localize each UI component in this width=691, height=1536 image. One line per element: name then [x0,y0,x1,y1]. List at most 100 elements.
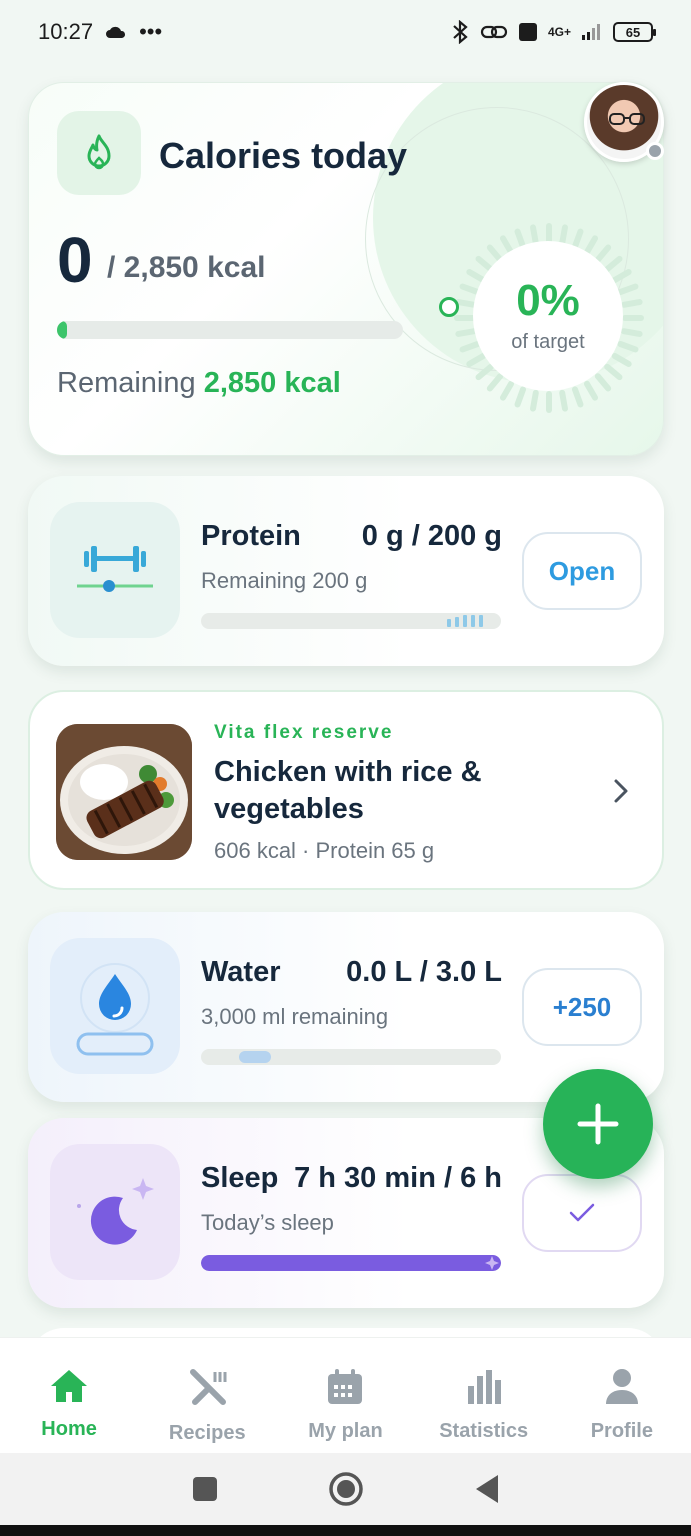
statistics-icon [467,1370,501,1404]
gauge-tick [459,283,481,296]
gauge-tick [617,283,639,296]
recipe-brand: Vita flex reserve [214,722,394,743]
water-drop-icon [76,963,154,1056]
sleep-progress-bar [201,1255,501,1271]
nav-label-recipes: Recipes [168,1422,246,1444]
recipe-photo-icon [56,724,192,860]
water-value: 0.0 L / 3.0 L [346,956,502,988]
gauge-tick [620,299,643,308]
remaining-value: 2,850 kcal [203,367,341,399]
nav-label-profile: Profile [590,1420,653,1442]
recipe-meta: 606 kcal · Protein 65 g [214,838,435,863]
protein-card[interactable]: Protein 0 g / 200 g Remaining 200 g Open [28,476,664,666]
nav-item-my-plan[interactable]: My plan [280,1368,410,1443]
recipes-icon [190,1369,227,1405]
calories-target: / 2,850 kcal [107,251,266,284]
protein-open-button[interactable]: Open [522,532,642,610]
water-bar-marker [239,1051,271,1063]
gauge-tick [475,363,494,381]
water-title: Water [201,956,281,988]
battery-level: 65 [625,24,641,40]
gauge-tick [455,328,478,337]
gauge-tick [486,373,504,392]
gauge-tick [466,269,487,283]
volte-icon [518,23,537,41]
nav-label-my-plan: My plan [308,1420,383,1442]
back-icon[interactable] [474,1474,500,1504]
gauge-tick [584,235,598,256]
calendar-icon [328,1369,363,1404]
sleep-title: Sleep [201,1162,279,1194]
calories-percent-label: of target [511,330,585,353]
flame-icon-tile [57,111,141,195]
dumbbell-icon [77,546,153,592]
gauge-tick [604,255,623,273]
link-icon [480,25,508,39]
nav-label-home: Home [41,1418,97,1440]
bluetooth-icon [453,20,468,44]
gauge-tick [459,340,481,353]
home-circle-icon[interactable] [328,1471,364,1507]
protein-title: Protein [201,520,301,552]
gauge-tick [455,299,478,308]
nav-item-home[interactable]: Home [4,1368,134,1441]
remaining-label: Remaining [57,367,196,399]
calories-progress-bar [57,321,403,339]
status-bar: 10:27 ••• 4G+ 65 [0,0,691,64]
moon-icon-tile [50,1144,180,1280]
nav-item-statistics[interactable]: Statistics [419,1368,549,1443]
status-time: 10:27 [38,19,94,44]
gauge-tick [530,224,539,247]
water-add-button[interactable]: +250 [522,968,642,1046]
gauge-center: 0% of target [473,241,623,391]
flame-icon [87,134,111,170]
gauge-tick [617,340,639,353]
dumbbell-icon-tile [50,502,180,638]
recipe-image [56,724,192,860]
water-drop-icon-tile [50,938,180,1074]
cloud-icon [106,26,126,38]
calories-title: Calories today [159,135,408,176]
battery-icon: 65 [613,22,656,42]
add-button[interactable] [543,1069,653,1179]
water-card[interactable]: Water 0.0 L / 3.0 L 3,000 ml remaining +… [28,912,664,1102]
sleep-value: 7 h 30 min / 6 h [294,1162,502,1194]
water-progress-bar [201,1049,501,1065]
calories-percent: 0% [516,275,580,325]
moon-icon [77,1178,154,1245]
gauge-tick [571,228,584,250]
sleep-check-button[interactable] [522,1174,642,1252]
gauge-tick [594,373,612,392]
nav-label-statistics: Statistics [439,1420,529,1442]
nav-item-profile[interactable]: Profile [557,1368,687,1443]
protein-value: 0 g / 200 g [361,520,502,552]
bottom-nav: Home Recipes My plan Statistics Profile [0,1337,691,1453]
gauge-tick [559,389,568,412]
plus-icon [577,1103,619,1145]
calories-card[interactable]: Calories today 0 / 2,850 kcal Remaining … [28,82,664,456]
gauge-tick [620,328,643,337]
gauge-tick [584,380,598,401]
system-nav-bar [0,1453,691,1525]
glasses-icon [609,113,645,125]
gauge-tick [500,380,514,401]
recipe-card[interactable]: Vita flex reserve Chicken with rice & ve… [28,690,664,890]
chevron-right-icon[interactable] [606,776,636,806]
gauge-tick [611,269,632,283]
network-type: 4G+ [547,25,571,39]
protein-bar-marks [447,615,483,627]
gauge-tick [559,224,568,247]
gauge-tick [514,386,527,408]
home-icon [51,1370,88,1402]
recents-icon[interactable] [192,1476,218,1502]
calories-progress-fill [57,321,68,339]
screen-bottom-edge [0,1525,691,1536]
calories-remaining: Remaining 2,850 kcal [57,367,341,400]
gauge-tick [530,389,539,412]
sleep-progress-fill [201,1255,501,1271]
gauge-start-dot [439,297,459,317]
status-more: ••• [139,19,163,44]
gauge-tick [466,353,487,367]
nav-item-recipes[interactable]: Recipes [142,1368,272,1445]
gauge-tick [594,244,612,263]
